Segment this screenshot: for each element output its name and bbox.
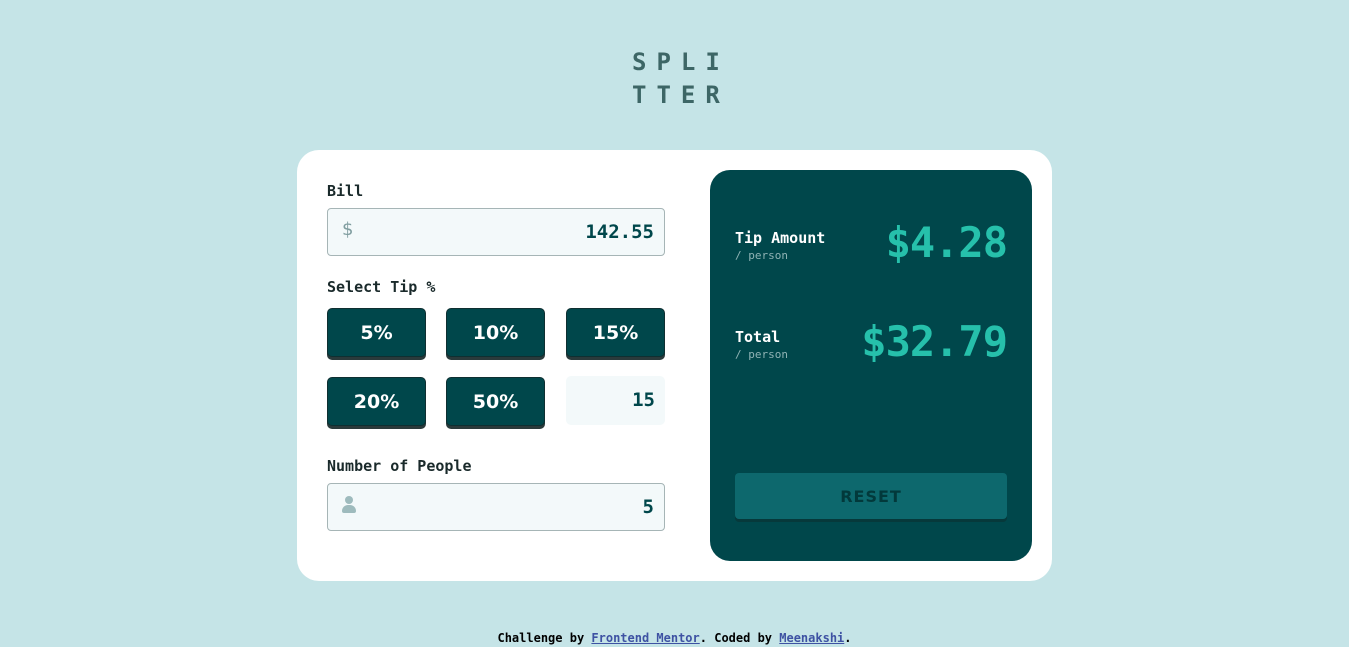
app-logo: SPLI TTER — [632, 46, 722, 112]
total-sublabel: / person — [735, 348, 788, 361]
bill-label: Bill — [327, 182, 364, 200]
footer-middle: . Coded by — [699, 631, 780, 645]
custom-tip-input[interactable]: 15 — [566, 376, 665, 425]
dollar-icon: $ — [342, 219, 354, 240]
total-label: Total — [735, 328, 781, 346]
people-input[interactable]: 5 — [327, 483, 665, 531]
people-label: Number of People — [327, 457, 472, 475]
reset-button[interactable]: RESET — [735, 473, 1007, 519]
logo-line-2: TTER — [632, 81, 730, 109]
bill-input[interactable]: $ 142.55 — [327, 208, 665, 256]
tip-button-10[interactable]: 10% — [446, 308, 545, 357]
tip-button-50[interactable]: 50% — [446, 377, 545, 426]
people-value: 5 — [642, 496, 654, 518]
footer-prefix: Challenge by — [497, 631, 592, 645]
tip-button-20[interactable]: 20% — [327, 377, 426, 426]
tip-button-15[interactable]: 15% — [566, 308, 665, 357]
logo-line-1: SPLI — [632, 48, 730, 76]
footer-suffix: . — [844, 631, 852, 645]
person-icon — [342, 496, 356, 514]
frontend-mentor-link[interactable]: Frontend Mentor — [591, 631, 699, 645]
tip-amount-value: $4.28 — [885, 218, 1008, 267]
author-link[interactable]: Meenakshi — [779, 631, 844, 645]
tip-amount-label: Tip Amount — [735, 229, 826, 247]
select-tip-label: Select Tip % — [327, 278, 436, 296]
tip-amount-sublabel: / person — [735, 249, 788, 262]
bill-value: 142.55 — [585, 221, 654, 243]
calculator-card: Bill $ 142.55 Select Tip % 5% 10% 15% 20… — [297, 150, 1052, 581]
tip-button-5[interactable]: 5% — [327, 308, 426, 357]
total-value: $32.79 — [861, 317, 1008, 366]
footer: Challenge by Frontend Mentor. Coded by M… — [0, 631, 1349, 645]
results-panel: Tip Amount / person $4.28 Total / person… — [710, 170, 1032, 561]
